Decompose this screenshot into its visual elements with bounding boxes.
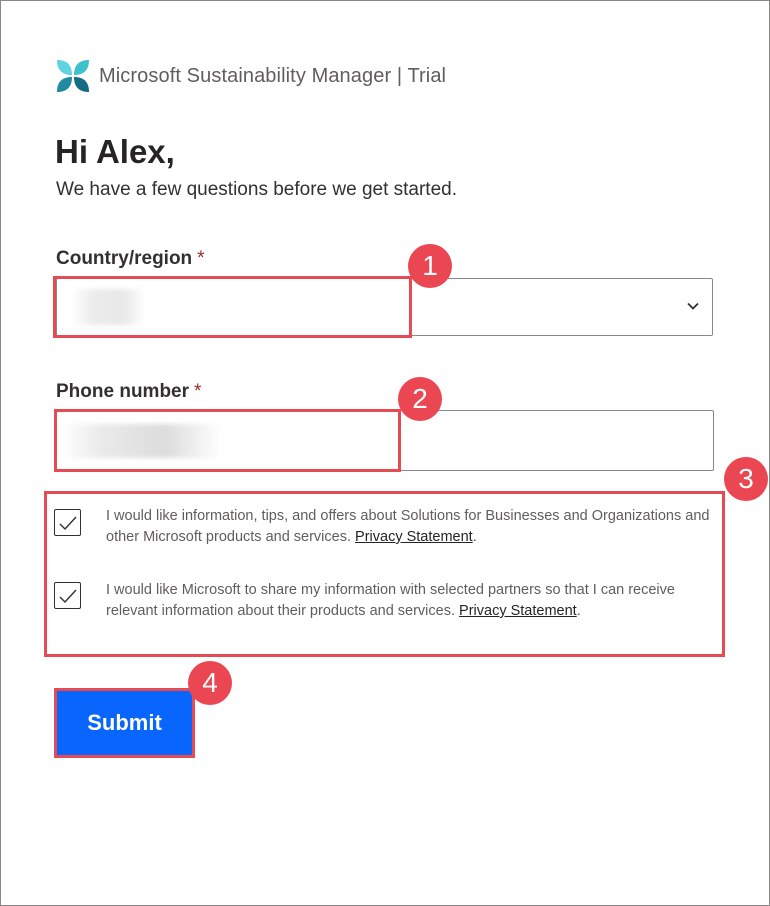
callout-badge-1: 1: [408, 244, 452, 288]
required-marker: *: [194, 381, 202, 402]
callout-highlight-consents: [44, 491, 725, 657]
required-marker: *: [197, 248, 205, 269]
phone-label-text: Phone number: [56, 381, 190, 402]
app-title: Microsoft Sustainability Manager | Trial: [99, 64, 447, 87]
greeting-heading: Hi Alex,: [55, 133, 175, 170]
callout-badge-2: 2: [398, 377, 442, 421]
callout-badge-3: 3: [724, 457, 768, 501]
callout-highlight-submit: [54, 688, 195, 758]
chevron-down-icon: [687, 302, 699, 310]
phone-label: Phone number *: [56, 381, 201, 403]
subtitle: We have a few questions before we get st…: [56, 179, 457, 200]
callout-badge-4: 4: [188, 661, 232, 705]
callout-highlight-phone: [54, 409, 401, 472]
dialog-frame: Microsoft Sustainability Manager | Trial…: [0, 0, 770, 906]
sustainability-logo-icon: [57, 60, 89, 92]
callout-highlight-country: [53, 276, 412, 338]
country-label-text: Country/region: [56, 248, 193, 269]
country-label: Country/region *: [56, 248, 205, 270]
app-header: Microsoft Sustainability Manager | Trial: [55, 58, 446, 94]
